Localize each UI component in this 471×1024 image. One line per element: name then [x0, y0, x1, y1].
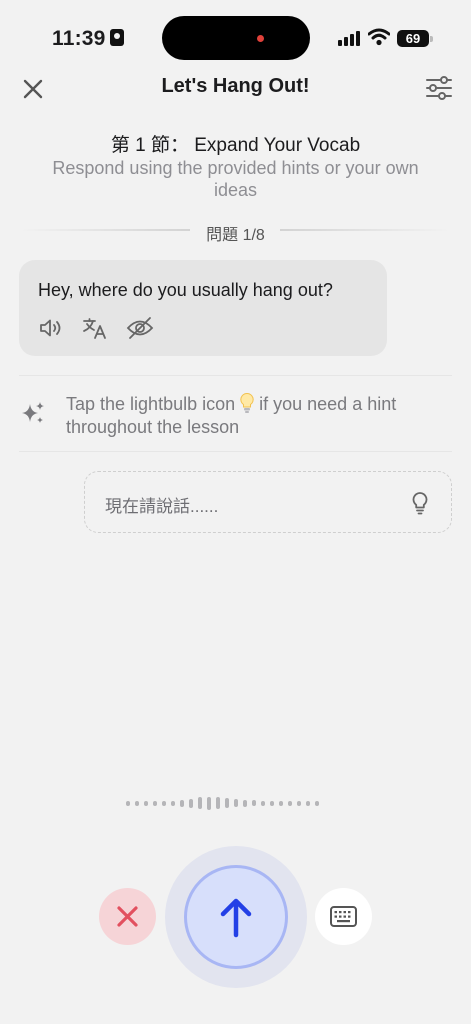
- top-bar: Let's Hang Out!: [0, 70, 471, 104]
- status-time-text: 11:39: [52, 27, 106, 50]
- page-title: Let's Hang Out!: [161, 75, 310, 97]
- voice-waveform: [126, 795, 319, 811]
- lesson-subtitle: Respond using the provided hints or your…: [52, 158, 419, 200]
- x-icon: [117, 906, 138, 927]
- lightbulb-icon[interactable]: [411, 491, 429, 515]
- separator: [19, 375, 452, 376]
- wifi-icon: [368, 28, 390, 46]
- cancel-button[interactable]: [99, 888, 156, 945]
- contact-badge-icon: [109, 29, 124, 46]
- sliders-icon[interactable]: [425, 76, 453, 100]
- dynamic-island: [162, 16, 310, 60]
- battery-level: 69: [405, 31, 421, 46]
- send-button[interactable]: [184, 865, 288, 969]
- lesson-heading: 第 1 節： Expand Your Vocab: [110, 135, 361, 156]
- hint-text-before: Tap the lightbulb icon: [66, 394, 236, 414]
- battery-icon: 69: [397, 30, 429, 47]
- speaker-icon[interactable]: [38, 316, 64, 340]
- question-divider: 問題 1/8: [0, 218, 471, 244]
- lightbulb-icon: [240, 392, 254, 413]
- keyboard-button[interactable]: [315, 888, 372, 945]
- translate-icon[interactable]: [82, 316, 108, 340]
- hint-text: Tap the lightbulb icon if you need a hin…: [66, 392, 456, 439]
- status-bar: 11:39 69: [0, 0, 471, 70]
- separator: [19, 451, 452, 452]
- status-time: 11:39: [52, 27, 124, 51]
- divider-line-right: [280, 229, 450, 231]
- sparkle-icon: [22, 402, 44, 423]
- eye-slash-icon[interactable]: [126, 316, 154, 340]
- cellular-signal-icon: [338, 31, 362, 46]
- prompt-message: Hey, where do you usually hang out?: [38, 280, 333, 300]
- prompt-actions: [38, 316, 154, 340]
- prompt-bubble: Hey, where do you usually hang out?: [19, 260, 387, 356]
- recording-dot-icon: [257, 35, 264, 42]
- battery-tip: [430, 36, 433, 42]
- arrow-up-icon: [220, 898, 252, 938]
- question-counter: 問題 1/8: [206, 227, 265, 244]
- keyboard-icon: [330, 906, 357, 927]
- answer-placeholder: 現在請說話......: [105, 497, 219, 516]
- speech-answer-field[interactable]: 現在請說話......: [84, 471, 452, 533]
